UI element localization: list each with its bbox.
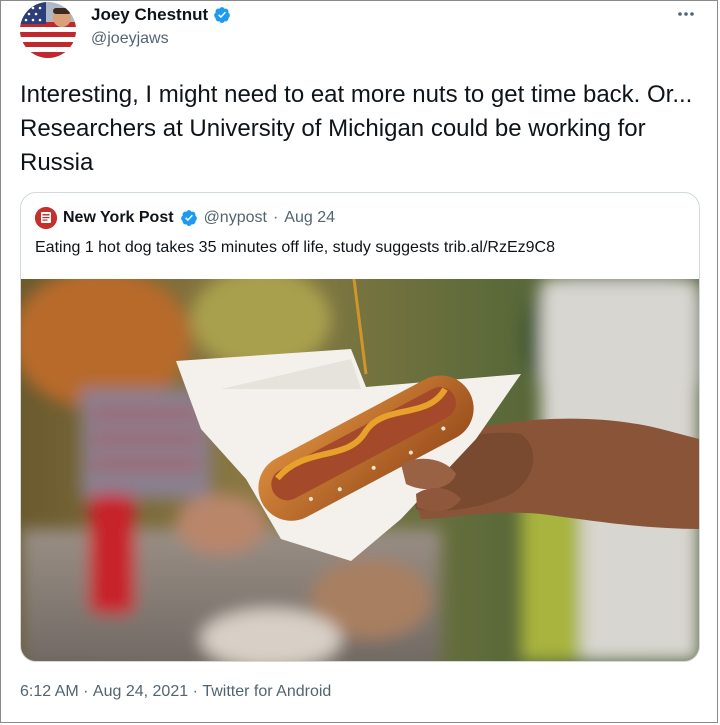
verified-badge-icon [180, 210, 197, 226]
avatar-image [20, 2, 76, 58]
more-options-button[interactable] [676, 4, 696, 30]
meta-separator: · [188, 683, 203, 700]
hot-dog-photo[interactable] [21, 279, 699, 661]
author-handle[interactable]: @joeyjaws [91, 30, 169, 48]
author-avatar[interactable] [20, 2, 76, 58]
tweet-date[interactable]: Aug 24, 2021 [93, 683, 188, 701]
quote-header: New York Post @nypost · Aug 24 [35, 207, 335, 229]
more-horizontal-icon [678, 12, 694, 16]
quote-author-name: New York Post [63, 209, 174, 226]
tweet-source[interactable]: Twitter for Android [202, 683, 331, 701]
tweet-text: Interesting, I might need to eat more nu… [20, 81, 693, 176]
author-name[interactable]: Joey Chestnut [91, 5, 208, 25]
nypost-logo-icon [35, 207, 57, 229]
verified-badge-icon [214, 7, 231, 23]
quote-tweet-card[interactable]: New York Post @nypost · Aug 24 Eating 1 … [20, 192, 700, 662]
quote-author-handle: @nypost [203, 209, 267, 226]
meta-separator: · [78, 683, 93, 700]
quote-date: Aug 24 [284, 209, 335, 226]
tweet-time[interactable]: 6:12 AM [20, 683, 79, 701]
tweet-metadata: 6:12 AM · Aug 24, 2021 · Twitter for And… [20, 683, 331, 701]
quote-text: Eating 1 hot dog takes 35 minutes off li… [35, 239, 555, 256]
quote-separator: · [272, 209, 279, 226]
author-name-row[interactable]: Joey Chestnut [91, 5, 231, 25]
